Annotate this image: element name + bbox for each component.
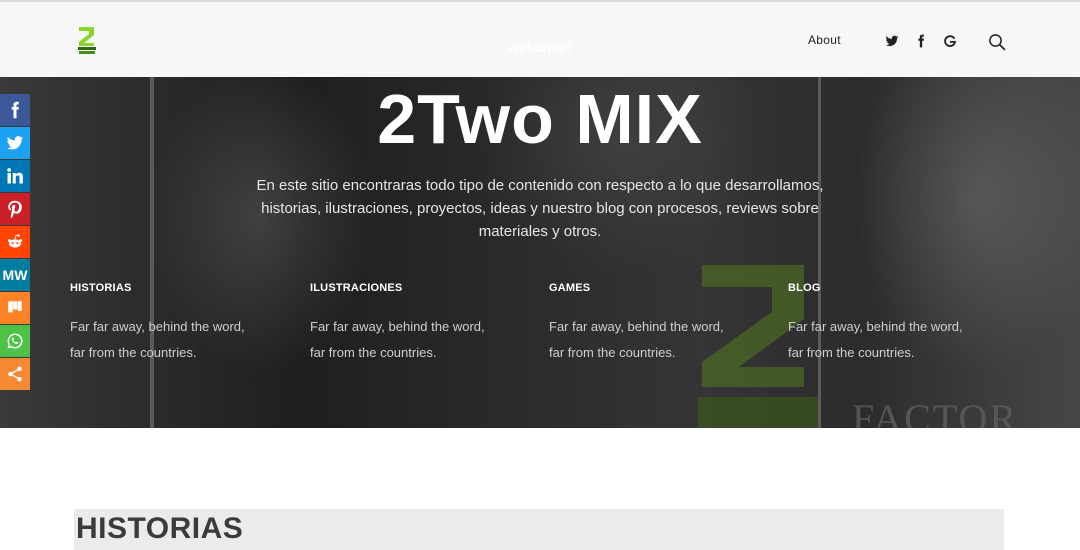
feature-text: Far far away, behind the word, far from … xyxy=(70,319,245,360)
share-linkedin-button[interactable] xyxy=(0,160,30,192)
search-icon[interactable] xyxy=(988,33,1006,51)
feature-text: Far far away, behind the word, far from … xyxy=(549,319,724,360)
share-mewe-button[interactable]: MW xyxy=(0,259,30,291)
feature-text: Far far away, behind the word, far from … xyxy=(310,319,485,360)
feature-text: Far far away, behind the word, far from … xyxy=(788,319,963,360)
nav-about-link[interactable]: About xyxy=(808,33,841,47)
share-pinterest-button[interactable] xyxy=(0,193,30,225)
feature-column: HISTORIAS Far far away, behind the word,… xyxy=(70,282,260,366)
facebook-icon[interactable] xyxy=(914,34,928,48)
share-facebook-button[interactable] xyxy=(0,94,30,126)
feature-column: ILUSTRACIONES Far far away, behind the w… xyxy=(310,282,500,366)
linkedin-icon xyxy=(7,168,23,184)
twitter-icon[interactable] xyxy=(885,34,899,48)
share-twitter-button[interactable] xyxy=(0,127,30,159)
twitter-icon xyxy=(6,136,24,150)
share-whatsapp-button[interactable] xyxy=(0,325,30,357)
hero-section: FACTOR 2Two MIX En este sitio encontrara… xyxy=(0,77,1080,428)
mewe-icon: MW xyxy=(2,267,28,283)
section-title: HISTORIAS xyxy=(76,512,244,545)
hero-description: En este sitio encontraras todo tipo de c… xyxy=(256,177,824,240)
share-more-button[interactable] xyxy=(0,358,30,390)
whatsapp-icon xyxy=(7,333,23,349)
feature-column: BLOG Far far away, behind the word, far … xyxy=(788,282,978,366)
feature-column: GAMES Far far away, behind the word, far… xyxy=(549,282,739,366)
site-header: welcome! About xyxy=(0,0,1080,77)
hero-watermark-text: FACTOR xyxy=(852,396,1019,428)
feature-title[interactable]: HISTORIAS xyxy=(70,282,260,294)
reddit-icon xyxy=(7,234,23,248)
google-icon[interactable] xyxy=(943,34,957,48)
mix-icon xyxy=(8,301,22,313)
share-mix-button[interactable] xyxy=(0,292,30,324)
share-icon xyxy=(8,366,22,382)
pinterest-icon xyxy=(8,200,22,218)
feature-title[interactable]: BLOG xyxy=(788,282,978,294)
section-header: HISTORIAS xyxy=(74,509,1004,550)
facebook-icon xyxy=(11,101,19,119)
share-reddit-button[interactable] xyxy=(0,226,30,258)
feature-title[interactable]: GAMES xyxy=(549,282,739,294)
hero-title: 2Two MIX xyxy=(377,80,703,158)
feature-title[interactable]: ILUSTRACIONES xyxy=(310,282,500,294)
